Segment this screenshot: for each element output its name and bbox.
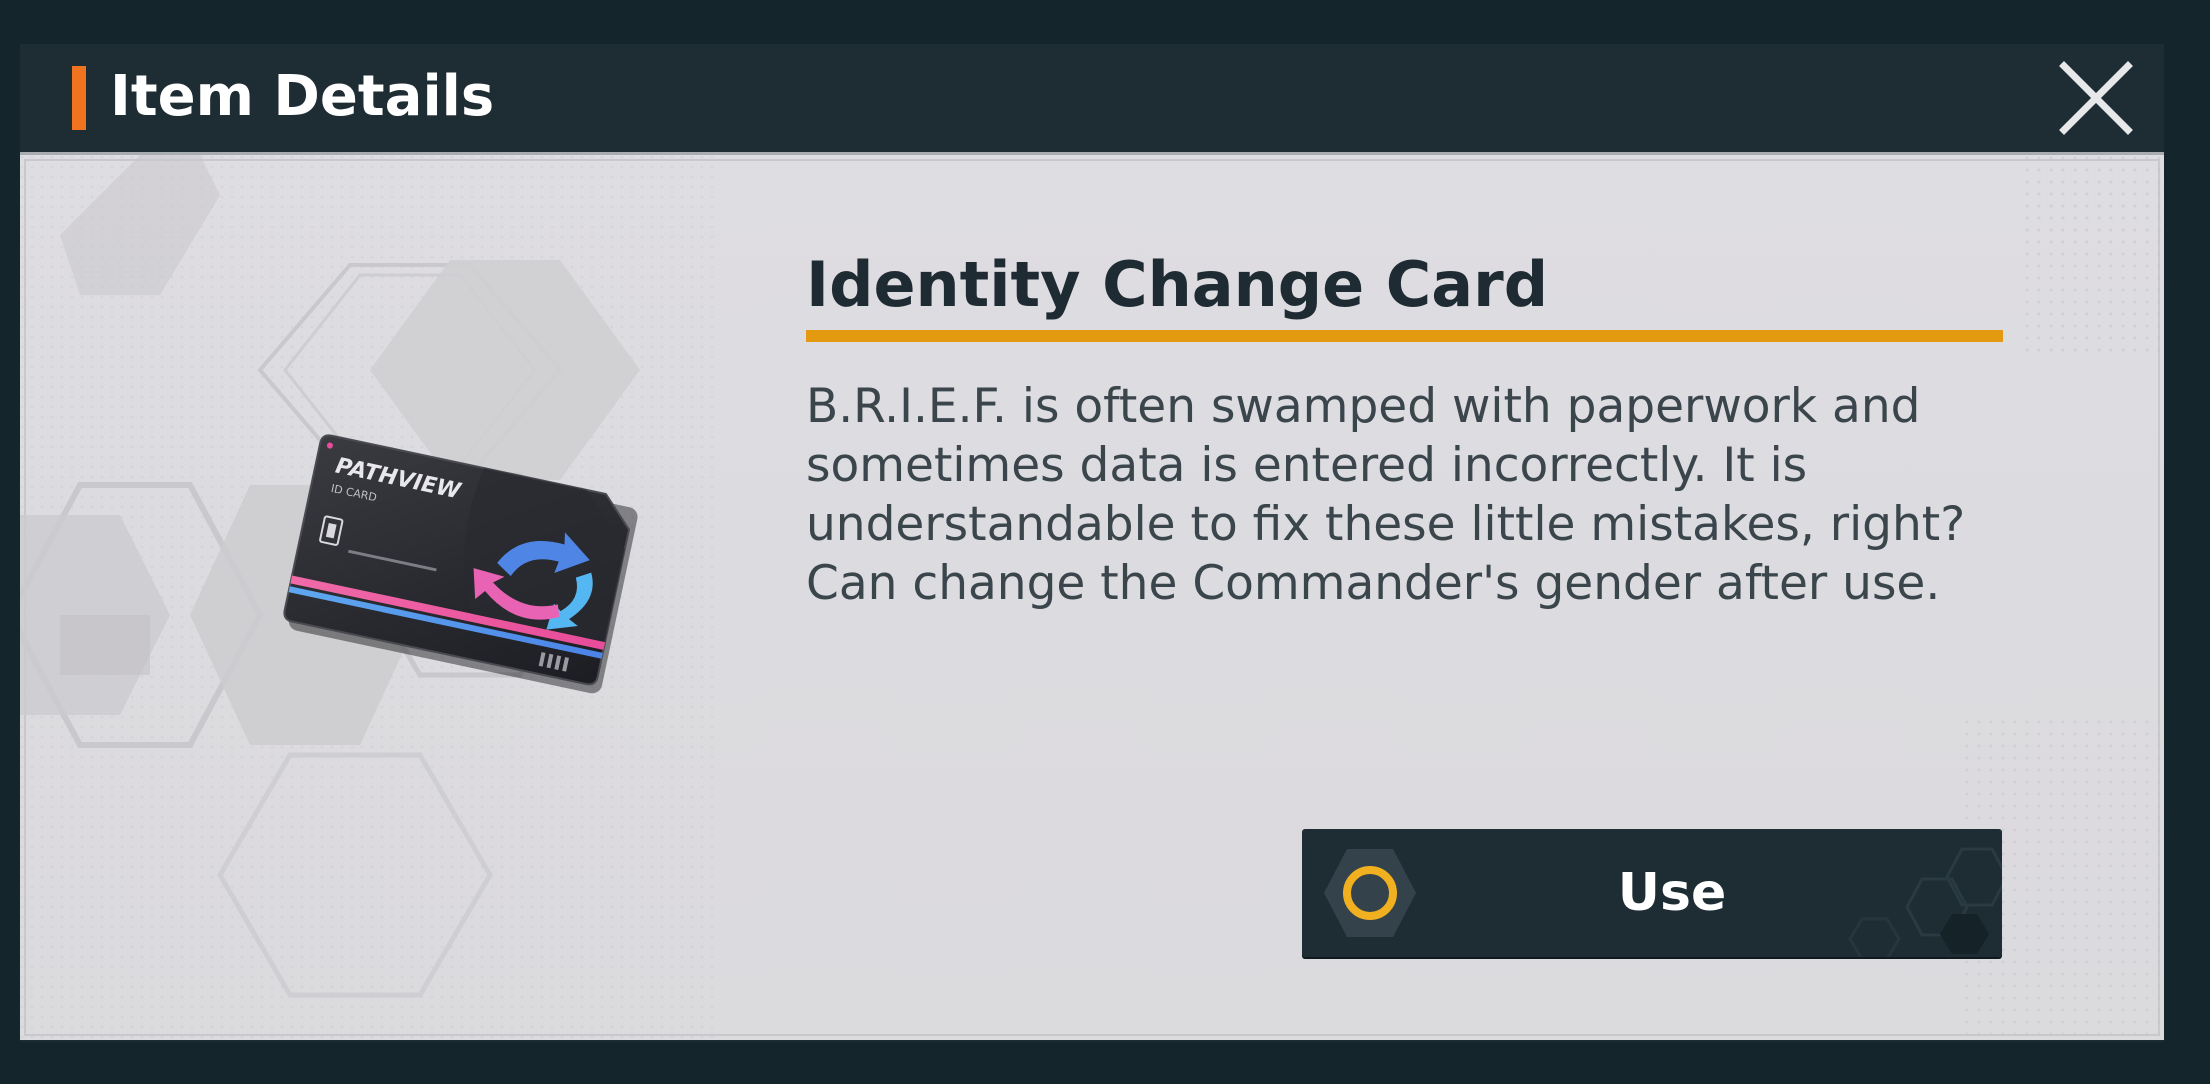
close-button[interactable]	[2054, 56, 2138, 140]
item-name: Identity Change Card	[806, 248, 1549, 321]
title-accent-bar	[72, 66, 86, 130]
item-name-underline	[806, 330, 2003, 342]
description-line: understandable to fix these little mista…	[806, 497, 1966, 552]
item-description: B.R.I.E.F. is often swamped with paperwo…	[806, 377, 2026, 613]
dialog-title-bar: Item Details	[20, 44, 2164, 152]
item-details-dialog: Item Details PATHVIEW ID CARD Identity C…	[20, 44, 2164, 1042]
use-button[interactable]: Use	[1302, 829, 2002, 957]
description-line: B.R.I.E.F. is often swamped with paperwo…	[806, 379, 1921, 434]
identity-card-icon: PATHVIEW ID CARD	[283, 434, 638, 694]
item-details-panel: PATHVIEW ID CARD Identity Change Card B.…	[20, 152, 2164, 1040]
use-button-label: Use	[1617, 863, 1727, 923]
description-line: Can change the Commander's gender after …	[806, 556, 1941, 611]
description-line: sometimes data is entered incorrectly. I…	[806, 438, 1808, 493]
dialog-title: Item Details	[110, 64, 495, 129]
close-icon	[2059, 61, 2133, 135]
